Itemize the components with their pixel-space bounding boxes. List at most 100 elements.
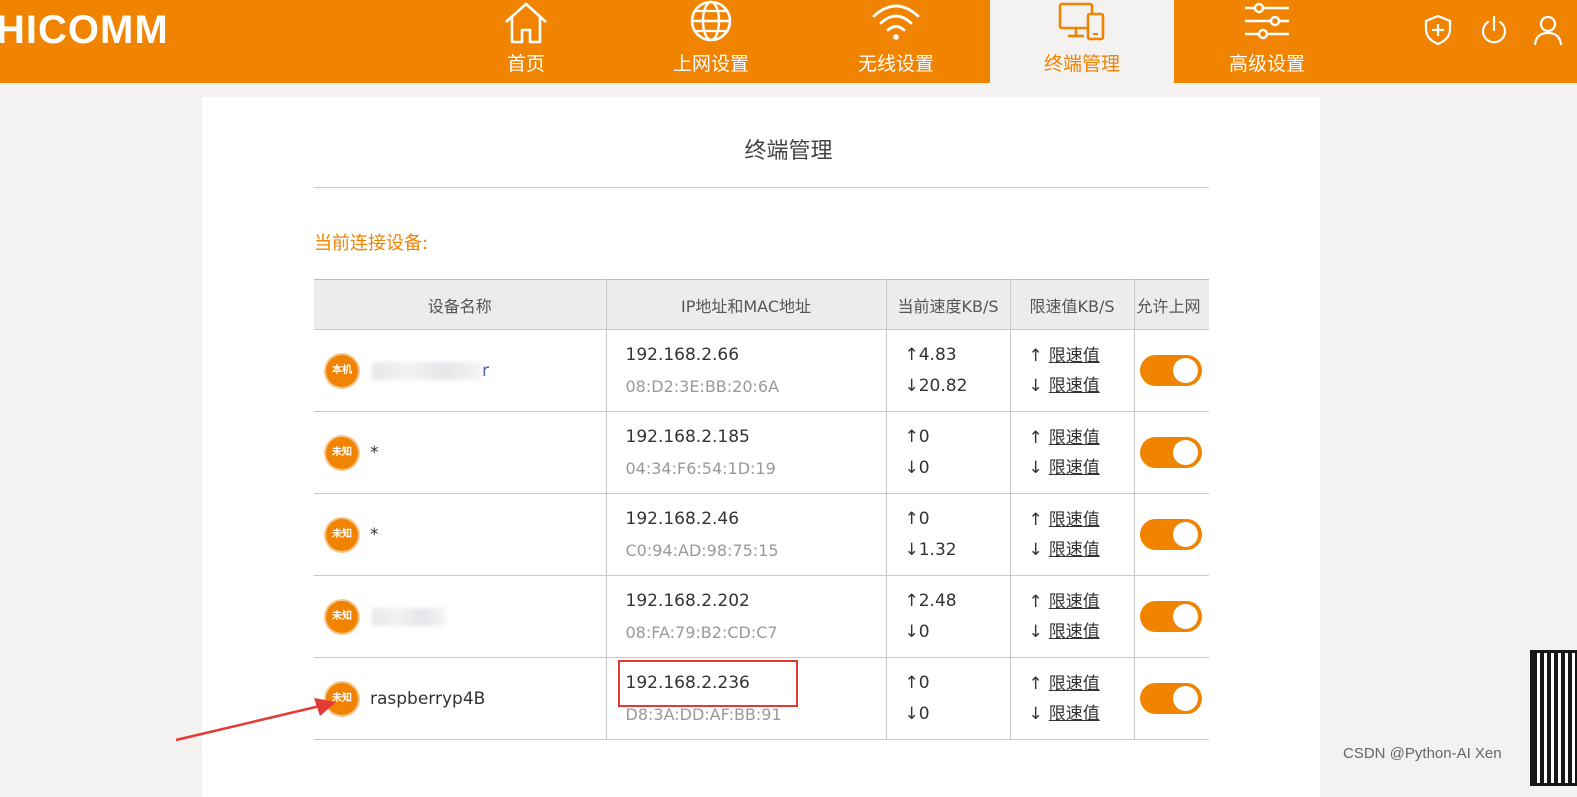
allow-cell	[1134, 493, 1209, 576]
devices-icon	[1058, 2, 1105, 41]
watermark: CSDN @Python-AI Xen	[1343, 745, 1502, 762]
mac-address: 08:D2:3E:BB:20:6A	[625, 376, 780, 396]
upload-limit-link[interactable]: 限速值	[1049, 592, 1100, 612]
download-speed: ↓0	[904, 621, 930, 642]
download-limit-link[interactable]: 限速值	[1049, 622, 1100, 642]
toggle-knob	[1172, 522, 1198, 547]
user-icon[interactable]	[1533, 14, 1563, 46]
toggle-knob	[1172, 358, 1198, 383]
device-type-badge: 未知	[326, 518, 358, 551]
col-header-device-name: 设备名称	[314, 279, 607, 330]
tab-device-management-label: 终端管理	[1043, 53, 1120, 75]
limit-cell: ↑ 限速值 ↓ 限速值	[1010, 411, 1135, 494]
allow-internet-toggle[interactable]	[1139, 355, 1202, 386]
speed-cell: ↑0 ↓0	[886, 657, 1011, 740]
sliders-icon	[1245, 2, 1289, 40]
mac-address: C0:94:AD:98:75:15	[625, 540, 779, 560]
speed-cell: ↑4.83 ↓20.82	[886, 329, 1011, 412]
up-arrow-icon: ↑	[1028, 427, 1043, 448]
up-arrow-icon: ↑	[1028, 673, 1043, 694]
limit-cell: ↑ 限速值 ↓ 限速值	[1010, 493, 1135, 576]
ip-mac-cell: 192.168.2.236 D8:3A:DD:AF:BB:91	[606, 657, 887, 740]
ip-address: 192.168.2.66	[625, 344, 740, 365]
upload-speed: ↑0	[904, 672, 930, 693]
mac-address: 04:34:F6:54:1D:19	[625, 458, 776, 478]
power-icon[interactable]	[1479, 14, 1509, 46]
allow-internet-toggle[interactable]	[1139, 683, 1202, 714]
device-name-cell: 未知 *	[314, 493, 607, 576]
ip-mac-cell: 192.168.2.202 08:FA:79:B2:CD:C7	[606, 575, 887, 658]
download-limit-link[interactable]: 限速值	[1049, 540, 1100, 560]
home-icon	[505, 2, 547, 44]
device-name: *	[370, 524, 379, 545]
ip-mac-cell: 192.168.2.185 04:34:F6:54:1D:19	[606, 411, 887, 494]
upload-limit-link[interactable]: 限速值	[1049, 428, 1100, 448]
device-type-badge: 本机	[326, 354, 358, 387]
allow-internet-toggle[interactable]	[1139, 601, 1202, 632]
upload-speed: ↑0	[904, 508, 930, 529]
allow-internet-toggle[interactable]	[1139, 437, 1202, 468]
device-type-badge: 未知	[326, 600, 358, 633]
ip-address-highlighted: 192.168.2.236	[617, 659, 798, 707]
speed-cell: ↑2.48 ↓0	[886, 575, 1011, 658]
mac-address: D8:3A:DD:AF:BB:91	[625, 704, 782, 724]
device-name-cell: 未知	[314, 575, 607, 658]
top-navigation-bar: HICOMM 首页 上网设置 无线设置 终端管理 高级设置	[0, 0, 1577, 83]
down-arrow-icon: ↓	[1028, 375, 1043, 396]
globe-icon	[690, 0, 732, 42]
col-header-allow-internet: 允许上网	[1133, 279, 1209, 330]
down-arrow-icon: ↓	[1028, 539, 1043, 560]
upload-limit-link[interactable]: 限速值	[1049, 346, 1100, 366]
up-arrow-icon: ↑	[1028, 591, 1043, 612]
col-header-current-speed: 当前速度KB/S	[885, 279, 1011, 330]
device-type-badge: 未知	[326, 436, 358, 469]
tab-device-management[interactable]: 终端管理	[990, 0, 1174, 83]
device-name-cell: 本机 r	[314, 329, 607, 412]
tab-advanced-settings-label: 高级设置	[1228, 53, 1305, 75]
upload-limit-link[interactable]: 限速值	[1049, 510, 1100, 530]
down-arrow-icon: ↓	[1028, 457, 1043, 478]
tab-wireless-settings[interactable]: 无线设置	[804, 0, 988, 83]
download-limit-link[interactable]: 限速值	[1049, 376, 1100, 396]
brand-logo: HICOMM	[0, 8, 169, 52]
upload-limit-link[interactable]: 限速值	[1049, 674, 1100, 694]
device-table: 设备名称 IP地址和MAC地址 当前速度KB/S 限速值KB/S 允许上网 本机…	[314, 279, 1209, 740]
redacted-name	[372, 361, 482, 380]
device-name: r	[482, 360, 489, 381]
allow-internet-toggle[interactable]	[1139, 519, 1202, 550]
ip-address: 192.168.2.202	[625, 590, 750, 611]
section-label: 当前连接设备:	[314, 233, 429, 254]
tab-home[interactable]: 首页	[434, 0, 618, 83]
toggle-knob	[1172, 440, 1198, 465]
annotation-arrow	[175, 698, 336, 742]
upload-speed: ↑2.48	[904, 590, 957, 611]
tab-internet-settings[interactable]: 上网设置	[619, 0, 803, 83]
download-limit-link[interactable]: 限速值	[1049, 458, 1100, 478]
limit-cell: ↑ 限速值 ↓ 限速值	[1010, 657, 1135, 740]
up-arrow-icon: ↑	[1028, 345, 1043, 366]
allow-cell	[1134, 575, 1209, 658]
page-title: 终端管理	[744, 139, 833, 164]
device-name-cell: 未知 *	[314, 411, 607, 494]
limit-cell: ↑ 限速值 ↓ 限速值	[1010, 575, 1135, 658]
redacted-name	[372, 607, 446, 626]
col-header-ip-mac: IP地址和MAC地址	[605, 279, 887, 330]
ip-address: 192.168.2.46	[625, 508, 740, 529]
download-limit-link[interactable]: 限速值	[1049, 704, 1100, 724]
table-row: 未知 192.168.2.202 08:FA:79:B2:CD:C7 ↑2.48…	[314, 575, 1209, 658]
down-arrow-icon: ↓	[1028, 621, 1043, 642]
speed-cell: ↑0 ↓0	[886, 411, 1011, 494]
limit-cell: ↑ 限速值 ↓ 限速值	[1010, 329, 1135, 412]
speed-cell: ↑0 ↓1.32	[886, 493, 1011, 576]
table-row: 本机 r 192.168.2.66 08:D2:3E:BB:20:6A ↑4.83…	[314, 329, 1209, 412]
allow-cell	[1134, 657, 1209, 740]
title-divider	[314, 187, 1209, 188]
device-name-cell: 未知 raspberryp4B	[314, 657, 607, 740]
tab-advanced-settings[interactable]: 高级设置	[1175, 0, 1359, 83]
mac-address: 08:FA:79:B2:CD:C7	[625, 622, 778, 642]
table-row: 未知 * 192.168.2.46 C0:94:AD:98:75:15 ↑0 ↓1…	[314, 493, 1209, 576]
up-arrow-icon: ↑	[1028, 509, 1043, 530]
shield-plus-icon[interactable]	[1423, 14, 1453, 46]
device-name: *	[370, 442, 379, 463]
down-arrow-icon: ↓	[1028, 703, 1043, 724]
